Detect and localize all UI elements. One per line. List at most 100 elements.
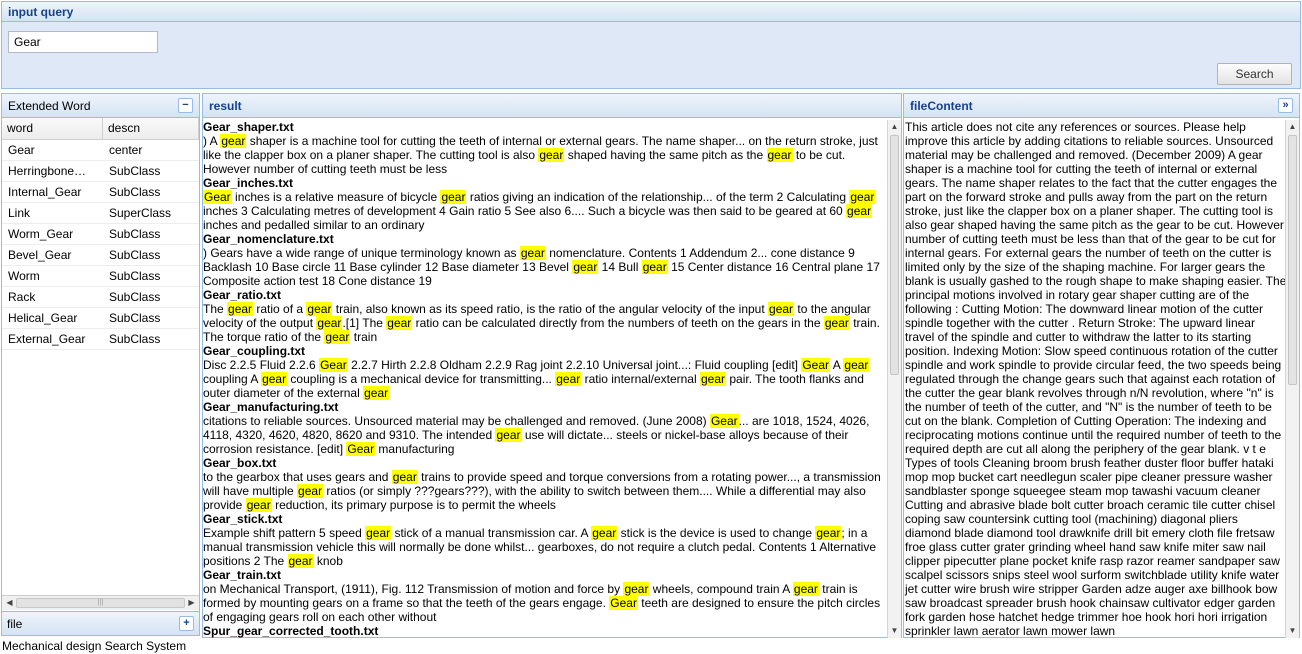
content-scroll-thumb[interactable] bbox=[1288, 135, 1297, 385]
result-snippet: citations to reliable sources. Unsourced… bbox=[203, 414, 870, 456]
file-content-header: fileContent » bbox=[904, 94, 1299, 118]
highlight-term: gear bbox=[572, 260, 599, 274]
result-file-title[interactable]: Gear_stick.txt bbox=[203, 512, 889, 526]
highlight-term: gear bbox=[519, 246, 546, 260]
highlight-term: gear bbox=[538, 148, 565, 162]
highlight-term: gear bbox=[766, 148, 793, 162]
scroll-up-icon[interactable]: ▲ bbox=[888, 120, 901, 134]
query-panel-title: input query bbox=[2, 2, 1300, 22]
result-file-title[interactable]: Gear_box.txt bbox=[203, 456, 889, 470]
scroll-right-icon[interactable]: ▶ bbox=[185, 597, 198, 609]
highlight-term: gear bbox=[843, 358, 870, 372]
table-row[interactable]: Internal_Gear SubClass bbox=[2, 182, 199, 203]
highlight-term: gear bbox=[261, 372, 288, 386]
highlight-term: gear bbox=[768, 302, 795, 316]
result-file-title[interactable]: Spur_gear_corrected_tooth.txt bbox=[203, 624, 889, 638]
grid-header: word descn bbox=[2, 118, 199, 140]
highlight-term: gear bbox=[365, 526, 392, 540]
cell-word: Worm_Gear bbox=[8, 227, 74, 241]
grid-body: Gear center Herringbone… SubClass Internal_G… bbox=[2, 140, 199, 350]
cell-word: Helical_Gear bbox=[8, 311, 78, 325]
highlight-term: gear bbox=[699, 372, 727, 386]
table-row[interactable]: Rack SubClass bbox=[2, 287, 199, 308]
highlight-term: Gear bbox=[801, 358, 831, 372]
highlight-term: gear bbox=[245, 498, 272, 512]
highlight-term: Gear bbox=[709, 414, 739, 428]
result-snippet: ) Gears have a wide range of unique term… bbox=[203, 246, 880, 288]
file-content-title: fileContent bbox=[910, 98, 973, 113]
footer-status: Mechanical design Search System bbox=[2, 639, 187, 653]
horizontal-scrollbar[interactable]: ◀ ||| ▶ bbox=[2, 595, 199, 610]
highlight-term: gear bbox=[363, 386, 390, 400]
result-file-title[interactable]: Gear_nomenclature.txt bbox=[203, 232, 889, 246]
table-row[interactable]: Bevel_Gear SubClass bbox=[2, 245, 199, 266]
table-row[interactable]: Link SuperClass bbox=[2, 203, 199, 224]
cell-descn: SubClass bbox=[109, 290, 161, 304]
cell-word: External_Gear bbox=[8, 332, 86, 346]
highlight-term: gear bbox=[386, 316, 413, 330]
query-input[interactable] bbox=[8, 31, 158, 53]
scroll-down-icon[interactable]: ▼ bbox=[1286, 624, 1299, 638]
table-row[interactable]: Herringbone… SubClass bbox=[2, 161, 199, 182]
extended-word-title: Extended Word bbox=[8, 98, 91, 113]
highlight-term: gear bbox=[227, 302, 254, 316]
cell-descn: SubClass bbox=[109, 164, 161, 178]
column-header-descn[interactable]: descn bbox=[103, 118, 199, 139]
table-row[interactable]: Worm_Gear SubClass bbox=[2, 224, 199, 245]
result-file-title[interactable]: Gear_inches.txt bbox=[203, 176, 889, 190]
table-row[interactable]: Worm SubClass bbox=[2, 266, 199, 287]
highlight-term: gear bbox=[846, 204, 873, 218]
highlight-term: gear bbox=[297, 484, 324, 498]
result-panel: result Gear_shaper.txt) A gear shaper is… bbox=[202, 93, 902, 638]
highlight-term: Gear bbox=[203, 190, 232, 204]
result-scroll-thumb[interactable] bbox=[890, 135, 899, 375]
highlight-term: gear bbox=[823, 316, 850, 330]
highlight-term: gear bbox=[641, 260, 668, 274]
cell-descn: SubClass bbox=[109, 227, 161, 241]
result-file-title[interactable]: Gear_train.txt bbox=[203, 568, 889, 582]
highlight-term: Gear bbox=[319, 358, 348, 372]
result-file-title[interactable]: Gear_shaper.txt bbox=[203, 120, 889, 134]
highlight-term: gear bbox=[555, 372, 582, 386]
query-panel: input query Search bbox=[1, 1, 1301, 89]
cell-descn: SubClass bbox=[109, 332, 161, 346]
result-snippet: ) A gear shaper is a machine tool for cu… bbox=[203, 134, 878, 176]
highlight-term: gear bbox=[623, 582, 650, 596]
cell-word: Gear bbox=[8, 143, 35, 157]
highlight-term: gear bbox=[306, 302, 333, 316]
highlight-term: gear bbox=[391, 470, 418, 484]
scroll-up-icon[interactable]: ▲ bbox=[1286, 120, 1299, 134]
cell-descn: SubClass bbox=[109, 185, 161, 199]
table-row[interactable]: Helical_Gear SubClass bbox=[2, 308, 199, 329]
scroll-down-icon[interactable]: ▼ bbox=[888, 624, 901, 638]
column-header-word[interactable]: word bbox=[2, 118, 103, 139]
cell-word: Herringbone… bbox=[8, 164, 87, 178]
result-snippet: Example shift pattern 5 speed gear stick… bbox=[203, 526, 877, 568]
content-vertical-scrollbar[interactable]: ▲ ▼ bbox=[1285, 120, 1299, 638]
file-panel-header[interactable]: file + bbox=[2, 611, 199, 635]
highlight-term: Gear bbox=[609, 596, 638, 610]
cell-descn: SubClass bbox=[109, 248, 161, 262]
cell-descn: SuperClass bbox=[109, 206, 172, 220]
minus-icon[interactable]: − bbox=[178, 98, 193, 113]
file-panel-title: file bbox=[7, 616, 23, 631]
result-vertical-scrollbar[interactable]: ▲ ▼ bbox=[887, 120, 901, 638]
result-file-title[interactable]: Gear_ratio.txt bbox=[203, 288, 889, 302]
double-chevron-right-icon[interactable]: » bbox=[1278, 98, 1293, 113]
scroll-left-icon[interactable]: ◀ bbox=[3, 597, 16, 609]
highlight-term: gear bbox=[815, 526, 842, 540]
result-file-title[interactable]: Gear_manufacturing.txt bbox=[203, 400, 889, 414]
scroll-thumb[interactable]: ||| bbox=[16, 598, 185, 608]
highlight-term: gear bbox=[591, 526, 618, 540]
cell-word: Worm bbox=[8, 269, 40, 283]
result-file-title[interactable]: Gear_coupling.txt bbox=[203, 344, 889, 358]
search-button[interactable]: Search bbox=[1217, 63, 1292, 85]
extended-word-header: Extended Word − bbox=[2, 94, 199, 118]
table-row[interactable]: External_Gear SubClass bbox=[2, 329, 199, 350]
result-snippet: Disc 2.2.5 Fluid 2.2.6 Gear 2.2.7 Hirth … bbox=[203, 358, 870, 400]
result-panel-title: result bbox=[203, 94, 901, 118]
table-row[interactable]: Gear center bbox=[2, 140, 199, 161]
cell-descn: SubClass bbox=[109, 269, 161, 283]
plus-icon[interactable]: + bbox=[179, 616, 194, 631]
cell-word: Bevel_Gear bbox=[8, 248, 72, 262]
